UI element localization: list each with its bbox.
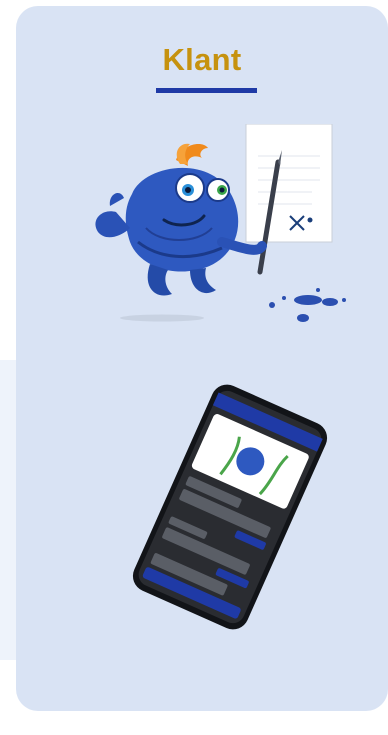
fish-mascot-icon bbox=[95, 124, 346, 322]
client-card: Klant bbox=[16, 6, 388, 711]
ink-splash-icon bbox=[269, 288, 346, 322]
title-underline bbox=[156, 88, 257, 93]
smartphone-icon bbox=[132, 384, 328, 630]
card-title: Klant bbox=[162, 42, 242, 77]
document-icon bbox=[245, 124, 333, 243]
fish-body bbox=[95, 143, 267, 296]
